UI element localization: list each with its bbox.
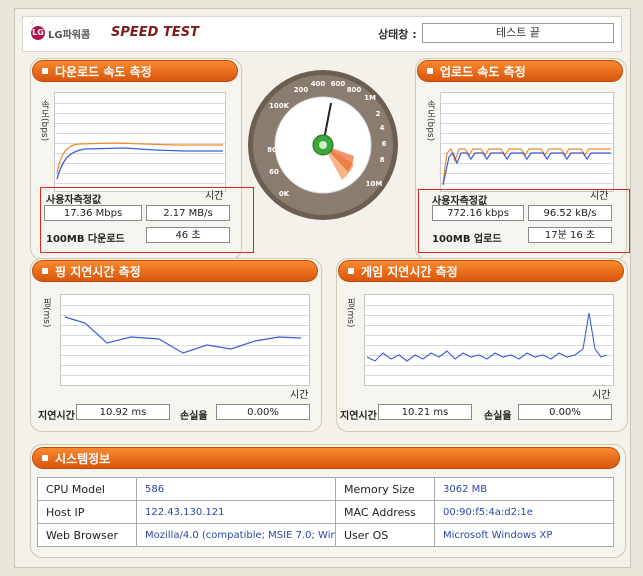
ping-loss-value: 0.00% — [216, 404, 310, 420]
game-latency-line — [366, 312, 608, 362]
download-measured-label: 사용자측정값 — [46, 195, 102, 206]
app-title: SPEED TEST — [111, 25, 199, 40]
memory-size-value: 3062 MB — [434, 477, 614, 501]
mac-address-value: 00:90:f5:4a:d2:1e — [434, 500, 614, 524]
memory-size-label: Memory Size — [335, 477, 435, 501]
ping-latency-label: 지연시간 — [38, 411, 75, 422]
upload-graph — [440, 92, 614, 192]
upload-size-label: 100MB 업로드 — [432, 234, 502, 245]
ping-y-label: 핑(ms) — [41, 298, 51, 328]
table-row: Web Browser Mozilla/4.0 (compatible; MSI… — [37, 523, 614, 547]
upload-kbs-value: 96.52 kB/s — [528, 205, 612, 221]
svg-text:60: 60 — [269, 168, 279, 176]
web-browser-label: Web Browser — [37, 523, 137, 547]
game-loss-value: 0.00% — [518, 404, 612, 420]
download-time-value: 46 초 — [146, 227, 230, 243]
user-os-value: Microsoft Windows XP — [434, 523, 614, 547]
download-graph — [54, 92, 226, 192]
svg-text:4: 4 — [380, 124, 385, 132]
ping-x-label: 시간 — [290, 390, 309, 401]
upload-panel-title: 업로드 속도 측정 — [417, 60, 623, 82]
lg-logo-icon: LG — [31, 26, 45, 40]
system-info-table: CPU Model 586 Memory Size 3062 MB Host I… — [37, 477, 614, 547]
download-panel-title: 다운로드 속도 측정 — [32, 60, 238, 82]
game-latency-label: 지연시간 — [340, 411, 377, 422]
game-graph — [364, 294, 614, 386]
status-field: 테스트 끝 — [422, 23, 614, 43]
upload-time-value: 17분 16 초 — [528, 227, 612, 243]
svg-text:8: 8 — [380, 156, 385, 164]
svg-text:400: 400 — [311, 80, 326, 88]
svg-text:6: 6 — [382, 140, 387, 148]
upload-y-label: 속도(bps) — [425, 100, 435, 142]
svg-text:600: 600 — [331, 80, 346, 88]
table-row: CPU Model 586 Memory Size 3062 MB — [37, 477, 614, 501]
download-mbps-value: 17.36 Mbps — [44, 205, 142, 221]
ping-graph — [60, 294, 310, 386]
svg-text:80: 80 — [267, 146, 277, 154]
system-panel-title: 시스템정보 — [32, 447, 620, 469]
game-latency-value: 10.21 ms — [378, 404, 472, 420]
svg-text:200: 200 — [294, 86, 309, 94]
mac-address-label: MAC Address — [335, 500, 435, 524]
bullet-icon — [42, 68, 48, 74]
ping-loss-label: 손실율 — [180, 411, 208, 422]
bullet-icon — [427, 68, 433, 74]
gauge-tick-0k: 0K — [279, 190, 290, 198]
download-y-label: 속도(bps) — [39, 100, 49, 142]
svg-text:2: 2 — [376, 110, 381, 118]
svg-text:1M: 1M — [364, 94, 376, 102]
svg-text:100K: 100K — [269, 102, 290, 110]
game-panel-title: 게임 지연시간 측정 — [338, 260, 624, 282]
game-x-label: 시간 — [592, 390, 611, 401]
header-bar: ⁘ LG LG파워콤 SPEED TEST 상태창 : 테스트 끝 — [22, 16, 622, 52]
table-row: Host IP 122.43.130.121 MAC Address 00:90… — [37, 500, 614, 524]
ping-latency-value: 10.92 ms — [76, 404, 170, 420]
bullet-icon — [42, 268, 48, 274]
game-loss-label: 손실율 — [484, 411, 512, 422]
status-label: 상태창 : — [378, 28, 417, 41]
web-browser-value: Mozilla/4.0 (compatible; MSIE 7.0; Wind — [136, 523, 336, 547]
game-y-label: 핑(ms) — [345, 298, 355, 328]
svg-text:10M: 10M — [366, 180, 383, 188]
upload-kbps-value: 772.16 kbps — [432, 205, 524, 221]
cpu-model-label: CPU Model — [37, 477, 137, 501]
brand-name: LG파워콤 — [48, 30, 91, 41]
bullet-icon — [42, 455, 48, 461]
host-ip-value: 122.43.130.121 — [136, 500, 336, 524]
download-speed-lines — [56, 142, 223, 180]
upload-speed-lines — [442, 147, 611, 186]
host-ip-label: Host IP — [37, 500, 137, 524]
bullet-icon — [348, 268, 354, 274]
cpu-model-value: 586 — [136, 477, 336, 501]
ping-line — [64, 316, 302, 354]
download-mbs-value: 2.17 MB/s — [146, 205, 230, 221]
user-os-label: User OS — [335, 523, 435, 547]
download-size-label: 100MB 다운로드 — [46, 234, 125, 245]
speed-gauge: 0K 60 80 100K 200 400 600 800 1M 2 4 6 8… — [248, 70, 398, 220]
ping-panel-title: 핑 지연시간 측정 — [32, 260, 318, 282]
svg-text:800: 800 — [347, 86, 362, 94]
